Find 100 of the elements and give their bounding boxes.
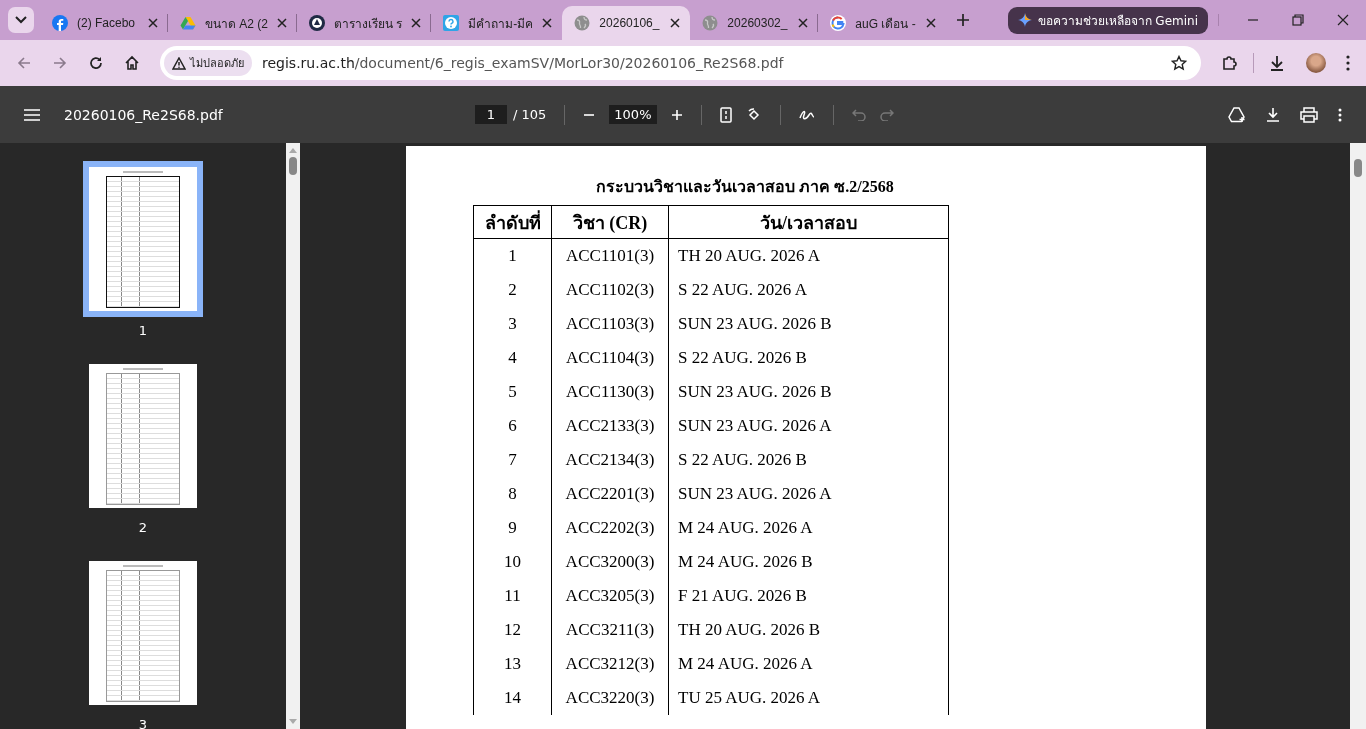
restore-icon[interactable] — [1292, 14, 1304, 26]
browser-tab[interactable]: auG เดือน - — [818, 6, 947, 40]
scrollbar[interactable] — [286, 143, 300, 729]
drive-icon — [180, 15, 196, 31]
new-tab-icon[interactable] — [956, 13, 971, 27]
table-cell: 2 — [473, 273, 552, 307]
extensions-icon[interactable] — [1221, 54, 1239, 72]
table-cell: 14 — [473, 681, 552, 715]
gemini-button[interactable]: ขอความช่วยเหลือจาก Gemini — [1007, 6, 1208, 34]
table-cell: S 22 AUG. 2026 A — [668, 273, 949, 307]
tab-title: มีคำถาม-มีค — [468, 15, 534, 33]
table-cell: 5 — [473, 375, 552, 409]
table-cell: ACC1102(3) — [551, 273, 669, 307]
table-cell: 9 — [473, 511, 552, 545]
table-cell: M 24 AUG. 2026 B — [668, 545, 949, 579]
browser-tab[interactable]: 20260106_ — [562, 6, 691, 40]
browser-tab[interactable]: มีคำถาม-มีค — [431, 6, 563, 40]
column-header: วิชา (CR) — [551, 205, 669, 239]
profile-avatar[interactable] — [1306, 53, 1326, 73]
close-icon[interactable] — [277, 18, 287, 28]
table-cell: SUN 23 AUG. 2026 A — [668, 409, 949, 443]
download-icon[interactable] — [1268, 54, 1286, 72]
redo-icon[interactable] — [879, 108, 894, 121]
close-icon[interactable] — [798, 18, 809, 28]
more-icon[interactable] — [1346, 55, 1350, 71]
tab-title: auG เดือน - — [855, 15, 917, 33]
tab-search-button[interactable] — [8, 7, 34, 33]
menu-icon[interactable] — [24, 108, 40, 121]
table-cell: 13 — [473, 647, 552, 681]
browser-tab[interactable]: ขนาด A2 (2 — [168, 6, 297, 40]
google-icon — [830, 15, 847, 31]
table-cell: 6 — [473, 409, 552, 443]
close-icon[interactable] — [542, 18, 553, 28]
tab-title: ตารางเรียน ร — [334, 15, 403, 33]
table-cell: S 22 AUG. 2026 B — [668, 341, 949, 375]
column-header: ลำดับที่ — [473, 205, 552, 239]
table-cell: 12 — [473, 613, 552, 647]
fit-page-icon[interactable] — [719, 106, 732, 123]
table-cell: ACC3220(3) — [551, 681, 669, 715]
tab-title: 20260106_ — [599, 16, 661, 30]
tab-title: 20260302_ — [727, 16, 789, 30]
address-field[interactable]: ไม่ปลอดภัย regis.ru.ac.th/document/6_regis_examSV/MorLor30/20260106_Re2S68.pdf — [160, 46, 1201, 80]
bookmark-star-icon[interactable] — [1171, 55, 1187, 71]
table-cell: TH 20 AUG. 2026 A — [668, 238, 949, 273]
document-title: กระบวนวิชาและวันเวลาสอบ ภาค ซ.2/2568 — [595, 177, 895, 197]
table-cell: 11 — [473, 579, 552, 613]
browser-tab[interactable]: ตารางเรียน ร — [297, 6, 432, 40]
table-cell: M 24 AUG. 2026 A — [668, 647, 949, 681]
close-icon[interactable] — [1337, 14, 1349, 26]
close-icon[interactable] — [148, 18, 158, 28]
table-cell: 3 — [473, 307, 552, 341]
scroll-thumb[interactable] — [1354, 159, 1362, 177]
zoom-field[interactable]: 100% — [609, 105, 657, 124]
close-icon[interactable] — [926, 18, 937, 28]
back-icon[interactable] — [16, 55, 32, 71]
tab-title: (2) Facebo — [77, 16, 137, 30]
table-cell: ACC1104(3) — [551, 341, 669, 375]
scroll-thumb[interactable] — [289, 157, 297, 175]
download-icon[interactable] — [1266, 106, 1280, 123]
table-cell: SUN 23 AUG. 2026 B — [668, 375, 949, 409]
table-cell: 7 — [473, 443, 552, 477]
table-cell: ACC2133(3) — [551, 409, 669, 443]
home-icon[interactable] — [124, 55, 140, 71]
table-cell: ACC2134(3) — [551, 443, 669, 477]
table-cell: ACC3212(3) — [551, 647, 669, 681]
security-chip[interactable]: ไม่ปลอดภัย — [164, 50, 252, 76]
page-number-field[interactable]: 1 — [475, 105, 507, 124]
reload-icon[interactable] — [88, 55, 104, 71]
browser-tab[interactable]: 20260302_ — [690, 6, 819, 40]
globe-icon — [574, 15, 591, 31]
column-header: วัน/เวลาสอบ — [668, 205, 949, 239]
globe-icon — [702, 15, 719, 31]
page-label: 1 — [138, 323, 148, 338]
table-cell: SUN 23 AUG. 2026 B — [668, 307, 949, 341]
page-thumbnail[interactable] — [83, 161, 203, 317]
table-cell: 8 — [473, 477, 552, 511]
page-label: 2 — [138, 520, 148, 535]
close-icon[interactable] — [411, 18, 422, 28]
table-cell: ACC3205(3) — [551, 579, 669, 613]
page-label: 3 — [138, 717, 148, 729]
table-cell: ACC3200(3) — [551, 545, 669, 579]
close-icon[interactable] — [670, 18, 681, 28]
rotate-icon[interactable] — [745, 106, 762, 123]
table-cell: TH 20 AUG. 2026 B — [668, 613, 949, 647]
print-icon[interactable] — [1300, 106, 1318, 123]
url-text: regis.ru.ac.th/document/6_regis_examSV/MorLor30/20260106_Re2S68.pdf — [262, 55, 785, 71]
more-icon[interactable] — [1338, 107, 1342, 122]
table-cell: F 21 AUG. 2026 B — [668, 579, 949, 613]
file-name: 20260106_Re2S68.pdf — [64, 106, 223, 123]
table-cell: ACC1103(3) — [551, 307, 669, 341]
table-cell: S 22 AUG. 2026 B — [668, 443, 949, 477]
forward-icon[interactable] — [52, 55, 68, 71]
chevron-down-icon — [15, 16, 27, 24]
table-cell: 4 — [473, 341, 552, 375]
help-icon — [443, 15, 460, 31]
table-cell: TU 25 AUG. 2026 A — [668, 681, 949, 715]
table-cell: 1 — [473, 238, 552, 273]
zoom-in-icon[interactable] — [670, 108, 683, 121]
browser-tab[interactable]: (2) Facebo — [40, 6, 168, 40]
undo-icon[interactable] — [851, 108, 866, 121]
